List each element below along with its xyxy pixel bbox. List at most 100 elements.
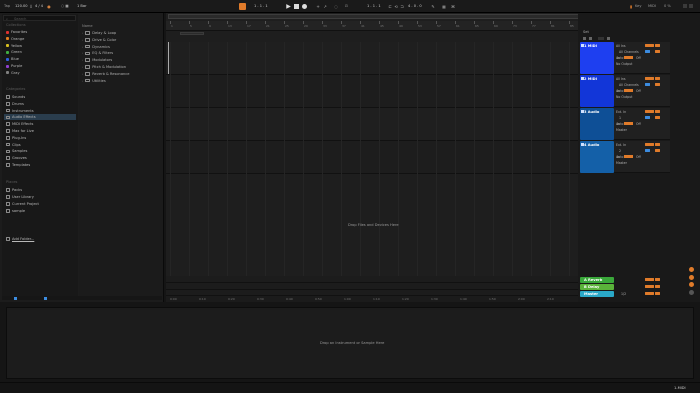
name-column-header[interactable]: Name	[82, 24, 93, 29]
return-track-header[interactable]: A Reverb	[580, 277, 614, 283]
return-track-header[interactable]: Master	[580, 291, 614, 297]
return-volume-field[interactable]	[645, 278, 654, 281]
monitor-in-button[interactable]: In	[617, 56, 620, 60]
track-volume-field[interactable]	[645, 143, 654, 146]
monitor-off-button[interactable]: Off	[636, 56, 641, 60]
expand-chevron-icon[interactable]: ›	[82, 31, 83, 35]
track-input-select[interactable]: All Ins	[616, 44, 626, 48]
track-pan-field[interactable]	[655, 77, 660, 80]
category-item[interactable]: Sounds	[6, 94, 25, 100]
midi-map-button[interactable]: MIDI	[648, 4, 656, 9]
return-pan-field[interactable]	[655, 285, 660, 288]
expand-chevron-icon[interactable]: ›	[82, 72, 83, 76]
play-icon[interactable]: ▶	[285, 3, 292, 10]
monitor-off-button[interactable]: Off	[636, 122, 641, 126]
track-channel-select[interactable]: 2	[619, 149, 621, 153]
follow-button-icon[interactable]	[689, 282, 694, 287]
collection-item[interactable]: Orange	[6, 36, 24, 42]
track-volume-field[interactable]	[645, 44, 654, 47]
preview-volume-icon[interactable]	[44, 297, 47, 300]
track-name[interactable]: 1 MIDI	[584, 44, 597, 48]
track-channel-select[interactable]: All Channels	[619, 50, 639, 54]
solo-button[interactable]	[645, 149, 650, 152]
automation-arm-icon[interactable]: ↗	[322, 3, 328, 9]
arm-button[interactable]	[655, 149, 660, 152]
tempo-field[interactable]: 120.00	[15, 4, 28, 9]
capture-icon[interactable]: ⊡	[345, 4, 348, 9]
return-pan-field[interactable]	[655, 292, 660, 295]
collection-item[interactable]: Blue	[6, 56, 19, 62]
category-item[interactable]: MIDI Effects	[6, 121, 33, 127]
return-volume-field[interactable]	[645, 285, 654, 288]
track-pan-field[interactable]	[655, 110, 660, 113]
loop-record-icon[interactable]: ◌	[333, 3, 339, 9]
track-output-select[interactable]: No Output	[616, 95, 632, 99]
monitor-auto-button[interactable]	[624, 155, 633, 158]
track-header[interactable]: 1 MIDI	[580, 42, 614, 74]
track-volume-field[interactable]	[645, 110, 654, 113]
zoom-icon[interactable]	[689, 290, 694, 295]
file-item[interactable]: › Pitch & Modulation	[82, 64, 126, 70]
category-item[interactable]: Plug-Ins	[6, 135, 26, 141]
category-item[interactable]: Drums	[6, 101, 24, 107]
collection-item[interactable]: Favorites	[6, 29, 27, 35]
record-icon[interactable]	[302, 4, 307, 9]
track-input-select[interactable]: Ext. In	[616, 143, 626, 147]
back-to-arrangement-icon[interactable]	[689, 275, 694, 280]
track-channel-select[interactable]: 1	[619, 116, 621, 120]
monitor-in-button[interactable]: In	[617, 122, 620, 126]
place-item[interactable]: sample	[6, 208, 25, 214]
time-ruler[interactable]: 0:00 0:10 0:20 0:30 0:40 0:50 1:00 1:10 1:20 1:30…	[166, 295, 578, 302]
category-item[interactable]: Templates	[6, 162, 30, 168]
return-track-name[interactable]: Master	[584, 292, 598, 296]
monitor-off-button[interactable]: Off	[636, 89, 641, 93]
track-header[interactable]: 2 MIDI	[580, 75, 614, 107]
category-item[interactable]: Samples	[6, 148, 27, 154]
return-pan-field[interactable]	[655, 278, 660, 281]
time-signature-field[interactable]: 4 / 4	[35, 4, 43, 9]
place-item[interactable]: User Library	[6, 194, 34, 200]
song-position-field[interactable]: 1 . 1 . 1	[254, 4, 268, 9]
category-item[interactable]: Instruments	[6, 108, 34, 114]
return-track-name[interactable]: A Reverb	[584, 278, 602, 282]
preview-toggle-icon[interactable]	[14, 297, 17, 300]
search-input[interactable]: Search ⌕	[3, 15, 76, 21]
track-name[interactable]: 2 MIDI	[584, 77, 597, 81]
monitor-in-button[interactable]: In	[617, 155, 620, 159]
track-output-select[interactable]: No Output	[616, 62, 632, 66]
quantize-select[interactable]: 1 Bar	[77, 4, 87, 9]
place-item[interactable]: Packs	[6, 187, 22, 193]
monitor-auto-button[interactable]	[624, 89, 633, 92]
loop-start-field[interactable]: 1 . 1 . 1	[367, 4, 381, 9]
computer-midi-keyboard-icon[interactable]: ▦	[441, 3, 447, 9]
file-item[interactable]: › Modulators	[82, 57, 112, 63]
collection-item[interactable]: Purple	[6, 63, 22, 69]
file-item[interactable]: › Reverb & Resonance	[82, 71, 130, 77]
solo-button[interactable]	[645, 83, 650, 86]
track-output-select[interactable]: Master	[616, 128, 627, 132]
track-input-select[interactable]: Ext. In	[616, 110, 626, 114]
io-toggle-icon[interactable]	[583, 37, 586, 40]
track-name[interactable]: 4 Audio	[584, 143, 599, 147]
key-map-icon[interactable]: ▮	[628, 3, 634, 9]
category-item[interactable]: Audio Effects	[4, 114, 76, 121]
arrangement-record-button[interactable]	[239, 3, 246, 10]
category-item[interactable]: Max for Live	[6, 128, 34, 134]
link-icon[interactable]: ⌘	[450, 3, 456, 9]
track-header[interactable]: 4 Audio	[580, 141, 614, 173]
place-item[interactable]: Current Project	[6, 201, 39, 207]
expand-chevron-icon[interactable]: ›	[82, 51, 83, 55]
draw-mode-icon[interactable]: ✎	[430, 3, 436, 9]
monitor-in-button[interactable]: In	[617, 89, 620, 93]
monitor-auto-button[interactable]	[624, 56, 633, 59]
arm-button[interactable]	[655, 116, 660, 119]
metronome-icon[interactable]: ⠿	[29, 4, 33, 9]
collection-item[interactable]: Gray	[6, 70, 20, 76]
collection-item[interactable]: Green	[6, 49, 22, 55]
file-item[interactable]: › Dynamics	[82, 44, 110, 50]
track-channel-select[interactable]: All Channels	[619, 83, 639, 87]
category-item[interactable]: Clips	[6, 142, 21, 148]
track-input-select[interactable]: All Ins	[616, 77, 626, 81]
return-lane-a[interactable]	[166, 276, 578, 283]
return-volume-field[interactable]	[645, 292, 654, 295]
